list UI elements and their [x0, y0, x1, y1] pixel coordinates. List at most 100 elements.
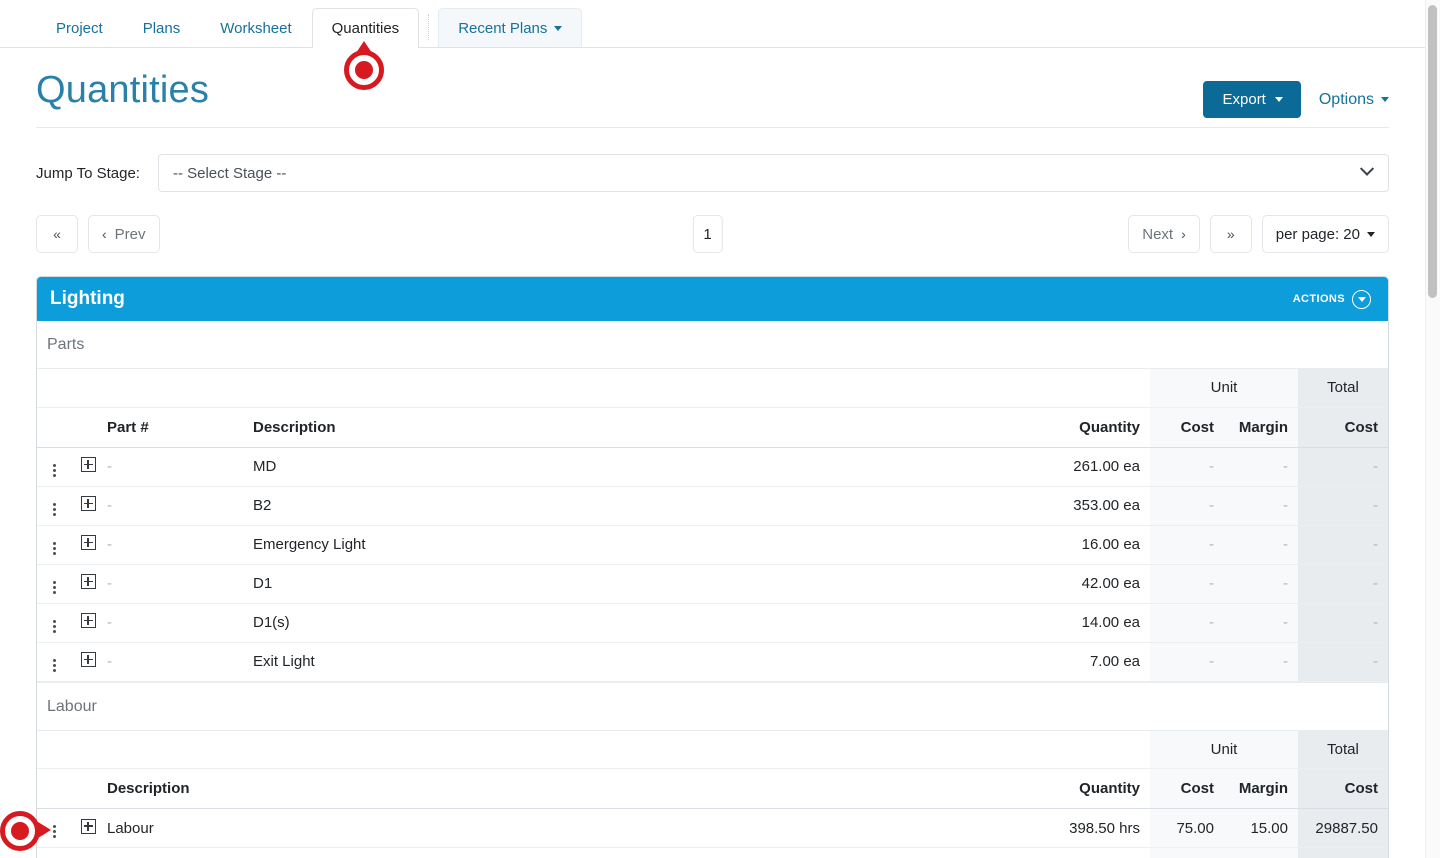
labour-group-total: Total — [1298, 730, 1388, 769]
tab-recent-plans[interactable]: Recent Plans — [438, 8, 583, 47]
table-row: - Exit Light 7.00 ea - - - — [37, 642, 1388, 681]
page-header: Quantities Export Options — [36, 48, 1389, 128]
cell-quantity: 261.00 ea — [1073, 458, 1140, 475]
expand-plus-icon[interactable] — [80, 457, 96, 472]
cell-total-cost: - — [1298, 642, 1388, 681]
expand-plus-icon[interactable] — [80, 574, 96, 589]
labour-col-total-cost: Cost — [1298, 768, 1388, 809]
row-menu-cell — [37, 564, 71, 603]
pagination-next-button[interactable]: Next › — [1128, 215, 1200, 253]
cell-description: D1(s) — [253, 614, 290, 631]
cell-total-cost: - — [1298, 486, 1388, 525]
expand-plus-icon[interactable] — [80, 535, 96, 550]
row-menu-icon[interactable] — [50, 500, 59, 519]
cell-unit-margin: 16.00 — [1224, 847, 1298, 858]
labour-header-row: Description Quantity Cost Margin Cost — [37, 768, 1388, 809]
per-page-dropdown[interactable]: per page: 20 — [1261, 215, 1389, 253]
expand-plus-icon[interactable] — [80, 496, 96, 511]
lighting-actions-button[interactable]: ACTIONS — [1292, 289, 1371, 309]
pagination-prev-label: Prev — [114, 225, 146, 243]
expand-plus-icon[interactable] — [80, 818, 96, 834]
lighting-actions-label: ACTIONS — [1292, 293, 1345, 305]
row-menu-cell — [37, 603, 71, 642]
cell-description: B2 — [253, 497, 272, 514]
lighting-card-title: Lighting — [50, 288, 125, 309]
table-row: - D1 42.00 ea - - - — [37, 564, 1388, 603]
cell-description: Labour — [107, 819, 154, 837]
page-scrollbar[interactable] — [1425, 0, 1440, 858]
row-expand-cell — [71, 447, 105, 486]
options-label: Options — [1318, 90, 1374, 108]
pagination-last-button[interactable]: » — [1209, 215, 1252, 253]
cell-unit-cost: 75.00 — [1150, 808, 1224, 848]
row-menu-icon[interactable] — [50, 461, 59, 480]
table-row: - Emergency Light 16.00 ea - - - — [37, 525, 1388, 564]
row-menu-cell — [37, 809, 71, 848]
chevron-down-icon — [1359, 161, 1375, 176]
cell-part: - — [107, 614, 112, 631]
cell-unit-cost: - — [1150, 642, 1224, 681]
cell-quantity: 353.00 ea — [1073, 497, 1140, 514]
cell-unit-margin: - — [1224, 564, 1298, 603]
chevron-right-icon: › — [1181, 226, 1186, 242]
lighting-card: Lighting ACTIONS Parts Unit Total Part #… — [36, 276, 1389, 858]
tab-quantities-label: Quantities — [331, 20, 400, 37]
pagination-prev-button[interactable]: ‹ Prev — [88, 215, 160, 253]
tab-plans[interactable]: Plans — [123, 8, 201, 47]
row-menu-cell — [37, 486, 71, 525]
pagination-pages: 1 — [692, 215, 732, 253]
row-menu-icon[interactable] — [50, 656, 59, 675]
cell-unit-margin: - — [1224, 603, 1298, 642]
parts-group-header-row: Unit Total — [37, 369, 1388, 408]
app-viewport: Project Plans Worksheet Quantities Recen… — [0, 0, 1440, 858]
page-content: Quantities Export Options Jump To Stage:… — [0, 48, 1425, 858]
row-menu-icon[interactable] — [50, 617, 59, 636]
row-menu-cell — [37, 848, 71, 858]
labour-col-quantity: Quantity — [1038, 768, 1150, 809]
tab-plans-label: Plans — [142, 19, 181, 37]
row-menu-icon[interactable] — [50, 578, 59, 597]
cell-unit-margin: - — [1224, 486, 1298, 525]
options-dropdown[interactable]: Options — [1319, 91, 1389, 109]
cell-total-cost: - — [1298, 603, 1388, 642]
pagination-page-1-label: 1 — [703, 225, 712, 243]
row-expand-cell — [71, 848, 105, 858]
chevron-down-icon — [1381, 97, 1389, 102]
per-page-label: per page: 20 — [1275, 225, 1360, 243]
cell-unit-cost: 80.00 — [1150, 847, 1224, 858]
parts-table-body: - MD 261.00 ea - - - - B2 353.00 ea - - … — [37, 447, 1388, 681]
pagination-page-1[interactable]: 1 — [692, 215, 723, 253]
tab-worksheet[interactable]: Worksheet — [200, 8, 311, 47]
labour-col-description: Description — [105, 768, 1038, 809]
cell-part: - — [107, 653, 112, 670]
row-menu-icon[interactable] — [50, 822, 59, 841]
cell-part: - — [107, 536, 112, 553]
tab-quantities[interactable]: Quantities — [311, 8, 420, 48]
jump-to-stage-select[interactable]: -- Select Stage -- — [157, 154, 1389, 192]
expand-plus-icon[interactable] — [80, 652, 96, 667]
expand-plus-icon[interactable] — [80, 613, 96, 628]
cell-quantity: 398.50 hrs — [1069, 819, 1140, 837]
row-expand-cell — [71, 603, 105, 642]
parts-col-unit-cost: Cost — [1150, 407, 1224, 448]
cell-unit-margin: 15.00 — [1224, 808, 1298, 848]
labour-col-unit-margin: Margin — [1224, 768, 1298, 809]
cell-unit-cost: - — [1150, 447, 1224, 486]
main-tab-bar: Project Plans Worksheet Quantities Recen… — [0, 0, 1425, 48]
cell-description: Exit Light — [253, 653, 315, 670]
page-scrollbar-thumb[interactable] — [1428, 5, 1437, 298]
row-expand-cell — [71, 809, 105, 848]
lighting-card-header: Lighting ACTIONS — [37, 277, 1388, 321]
pagination-first-button[interactable]: « — [36, 215, 78, 253]
row-menu-cell — [37, 447, 71, 486]
jump-to-stage-value: -- Select Stage -- — [172, 164, 287, 182]
labour-table-body: Labour 398.50 hrs 75.00 15.00 29887.50 L… — [37, 808, 1388, 858]
cell-unit-cost: - — [1150, 603, 1224, 642]
row-menu-icon[interactable] — [50, 539, 59, 558]
tab-project[interactable]: Project — [36, 8, 123, 47]
parts-group-unit: Unit — [1150, 369, 1298, 408]
export-button[interactable]: Export — [1202, 81, 1301, 118]
parts-col-description: Description — [251, 407, 1038, 448]
cell-unit-margin: - — [1224, 642, 1298, 681]
cell-unit-cost: - — [1150, 486, 1224, 525]
